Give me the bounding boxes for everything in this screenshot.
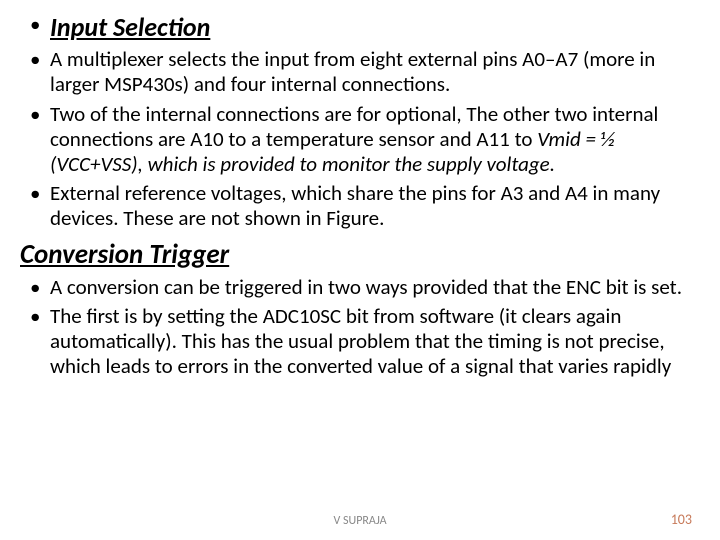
- slide: Input Selection A multiplexer selects th…: [0, 0, 720, 540]
- list-text: A multiplexer selects the input from eig…: [50, 46, 655, 97]
- footer-author: V SUPRAJA: [0, 514, 720, 528]
- list-text: External reference voltages, which share…: [50, 180, 660, 231]
- section-heading-conversion: Conversion Trigger: [20, 238, 700, 271]
- bullet-list-1: Input Selection A multiplexer selects th…: [28, 12, 700, 232]
- list-item: Two of the internal connections are for …: [28, 102, 700, 178]
- bullet-list-2: A conversion can be triggered in two way…: [28, 275, 700, 380]
- section-heading-input: Input Selection: [50, 11, 210, 43]
- list-text: The first is by setting the ADC10SC bit …: [50, 303, 671, 379]
- list-item: External reference voltages, which share…: [28, 181, 700, 231]
- list-item: The first is by setting the ADC10SC bit …: [28, 304, 700, 380]
- page-number: 103: [671, 511, 692, 528]
- list-text: A conversion can be triggered in two way…: [50, 274, 682, 300]
- heading-item: Input Selection: [28, 12, 700, 43]
- list-item: A conversion can be triggered in two way…: [28, 275, 700, 300]
- list-item: A multiplexer selects the input from eig…: [28, 47, 700, 97]
